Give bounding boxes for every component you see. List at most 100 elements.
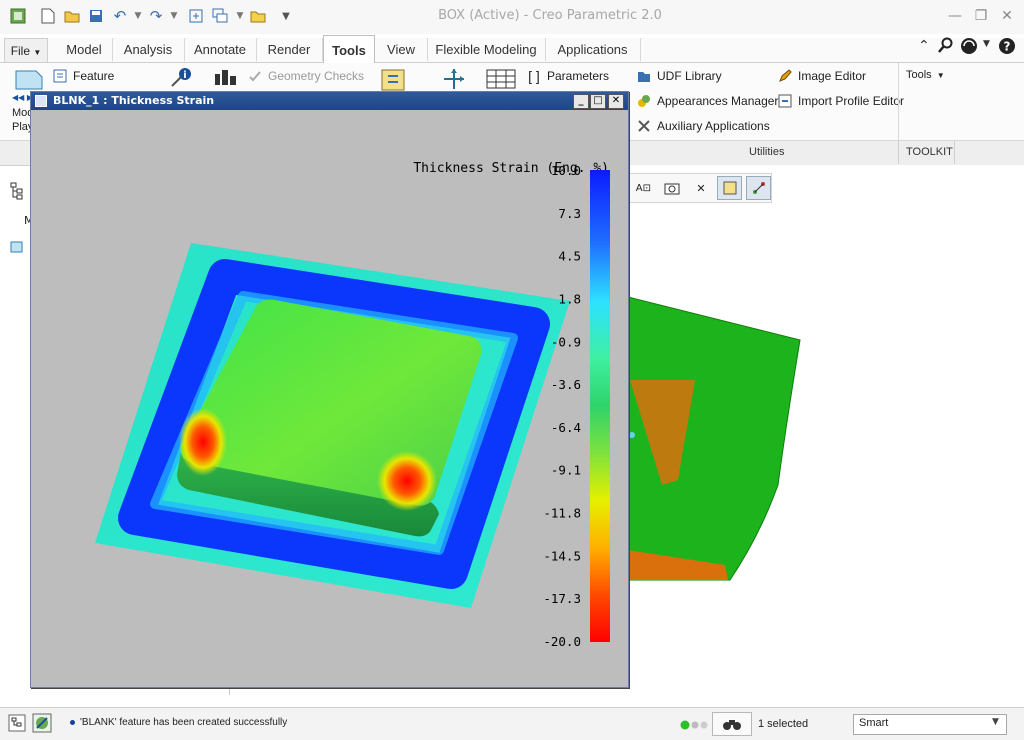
find-button[interactable] (712, 712, 752, 736)
popup-close-button[interactable]: ✕ (608, 94, 624, 109)
feature-label: Feature (73, 69, 115, 83)
close-window-icon[interactable] (248, 6, 268, 26)
model-tree-toggle-icon[interactable] (8, 714, 26, 735)
legend-tick-label: 4.5 (558, 249, 581, 264)
ribbon-tab-bar: File ▼ Model Analysis Annotate Render To… (0, 35, 1024, 64)
community-icon[interactable] (960, 37, 978, 58)
import-profile-editor-button[interactable]: Import Profile Editor (777, 91, 904, 111)
redo-icon[interactable]: ↷ (146, 6, 166, 26)
udf-library-button[interactable]: UDF Library (636, 66, 722, 86)
status-bar: 'BLANK' feature has been created success… (0, 707, 1024, 740)
saved-views-icon[interactable] (660, 176, 685, 200)
legend-colorbar (590, 170, 610, 642)
appearances-manager-label: Appearances Manager (657, 94, 779, 108)
save-icon[interactable] (86, 6, 106, 26)
auxiliary-applications-icon (636, 118, 652, 134)
tab-view[interactable]: View (375, 38, 428, 61)
feature-button[interactable]: Feature (52, 66, 114, 86)
legend-tick-label: 7.3 (558, 206, 581, 221)
family-table-icon[interactable] (486, 69, 516, 92)
point-display-icon[interactable] (717, 176, 743, 200)
selection-filter-value: Smart (859, 717, 889, 729)
customize-toolbar-icon[interactable]: ▼ (276, 6, 296, 26)
axis-display-icon[interactable]: ✕ (689, 176, 714, 200)
tab-render[interactable]: Render (256, 38, 323, 61)
parameters-button[interactable]: [ ] Parameters (526, 66, 609, 86)
close-button[interactable]: ✕ (996, 6, 1018, 26)
group-separator (898, 141, 899, 164)
svg-text:?: ? (1004, 40, 1011, 54)
udf-library-icon (636, 68, 652, 84)
restore-button[interactable]: ❐ (970, 6, 992, 26)
tab-tools[interactable]: Tools (323, 35, 375, 64)
strain-plot[interactable]: Thickness Strain (Eng. %) 10.07.34.51.8-… (31, 110, 628, 687)
pencil-icon (777, 68, 793, 84)
group-toolkit[interactable]: TOOLKIT (906, 146, 953, 158)
tab-analysis[interactable]: Analysis (112, 38, 185, 61)
legend-tick-label: -14.5 (543, 548, 581, 563)
collapse-ribbon-icon[interactable]: ⌃ (918, 38, 930, 54)
info-icon[interactable]: i (170, 66, 192, 91)
popup-maximize-button[interactable]: □ (590, 94, 606, 109)
tab-model[interactable]: Model (56, 38, 113, 61)
tools-dropdown[interactable]: Tools ▼ (906, 65, 945, 85)
browser-toggle-icon[interactable] (32, 713, 52, 736)
open-folder-icon[interactable] (62, 6, 82, 26)
new-file-icon[interactable] (38, 6, 58, 26)
auxiliary-applications-label: Auxiliary Applications (657, 119, 770, 133)
appearances-icon (636, 93, 652, 109)
group-utilities[interactable]: Utilities (749, 146, 784, 158)
file-menu[interactable]: File ▼ (4, 38, 48, 63)
app-logo-icon (8, 6, 28, 26)
import-profile-editor-label: Import Profile Editor (798, 94, 905, 108)
legend-tick-label: 10.0 (551, 163, 581, 178)
windows-icon[interactable] (210, 6, 230, 26)
legend-tick-label: -0.9 (551, 334, 581, 349)
parameters-label: Parameters (547, 69, 610, 83)
appearances-manager-button[interactable]: Appearances Manager (636, 91, 778, 111)
model-tree-icon[interactable] (10, 182, 24, 203)
message-bullet-icon (70, 720, 75, 725)
chevron-down-icon: ▼ (992, 717, 999, 727)
legend-tick-label: 1.8 (558, 291, 581, 306)
part-icon[interactable] (10, 240, 24, 257)
legend-tick-label: -17.3 (543, 591, 581, 606)
selection-count: 1 selected (758, 718, 809, 730)
tab-annotate[interactable]: Annotate (184, 38, 257, 61)
legend-tick-label: -9.1 (551, 463, 581, 478)
mapkeys-icon[interactable] (440, 67, 468, 94)
import-profile-icon (777, 93, 793, 109)
undo-icon[interactable]: ↶ (110, 6, 130, 26)
tab-flexible-modeling[interactable]: Flexible Modeling (427, 38, 546, 61)
undo-dropdown-icon[interactable]: ▼ (128, 6, 148, 26)
model-player-icon[interactable] (12, 67, 44, 94)
popup-minimize-button[interactable]: _ (573, 94, 589, 109)
annotation-display-icon[interactable]: A⊡ (631, 176, 656, 200)
file-menu-label: File (10, 44, 31, 58)
geometry-checks-button[interactable]: Geometry Checks (247, 66, 364, 86)
windows-dropdown-icon[interactable]: ▼ (230, 6, 250, 26)
auxiliary-applications-button[interactable]: Auxiliary Applications (636, 116, 770, 136)
legend-tick-label: -20.0 (543, 634, 581, 649)
popup-title-bar[interactable]: BLNK_1 : Thickness Strain _ □ ✕ (31, 92, 628, 110)
model-sizes-icon[interactable] (214, 68, 238, 89)
minimize-button[interactable]: — (944, 6, 966, 26)
window-title: BOX (Active) - Creo Parametric 2.0 (438, 8, 662, 23)
search-icon[interactable] (938, 37, 954, 56)
tab-applications[interactable]: Applications (545, 38, 641, 61)
community-dropdown-icon[interactable]: ▼ (983, 39, 990, 49)
group-separator (954, 141, 955, 164)
image-editor-label: Image Editor (798, 69, 867, 83)
legend-tick-label: -11.8 (543, 506, 581, 521)
geometry-checks-label: Geometry Checks (268, 69, 365, 83)
thickness-strain-window: BLNK_1 : Thickness Strain _ □ ✕ Thicknes… (30, 91, 629, 688)
redo-dropdown-icon[interactable]: ▼ (164, 6, 184, 26)
help-icon[interactable]: ? (998, 37, 1016, 58)
regen-status-icon (680, 719, 710, 733)
image-editor-button[interactable]: Image Editor (777, 66, 866, 86)
svg-text:i: i (183, 70, 186, 81)
selection-filter-dropdown[interactable]: Smart ▼ (853, 714, 1007, 735)
regenerate-icon[interactable] (186, 6, 206, 26)
csys-display-icon[interactable] (746, 176, 771, 200)
status-message: 'BLANK' feature has been created success… (80, 717, 288, 728)
